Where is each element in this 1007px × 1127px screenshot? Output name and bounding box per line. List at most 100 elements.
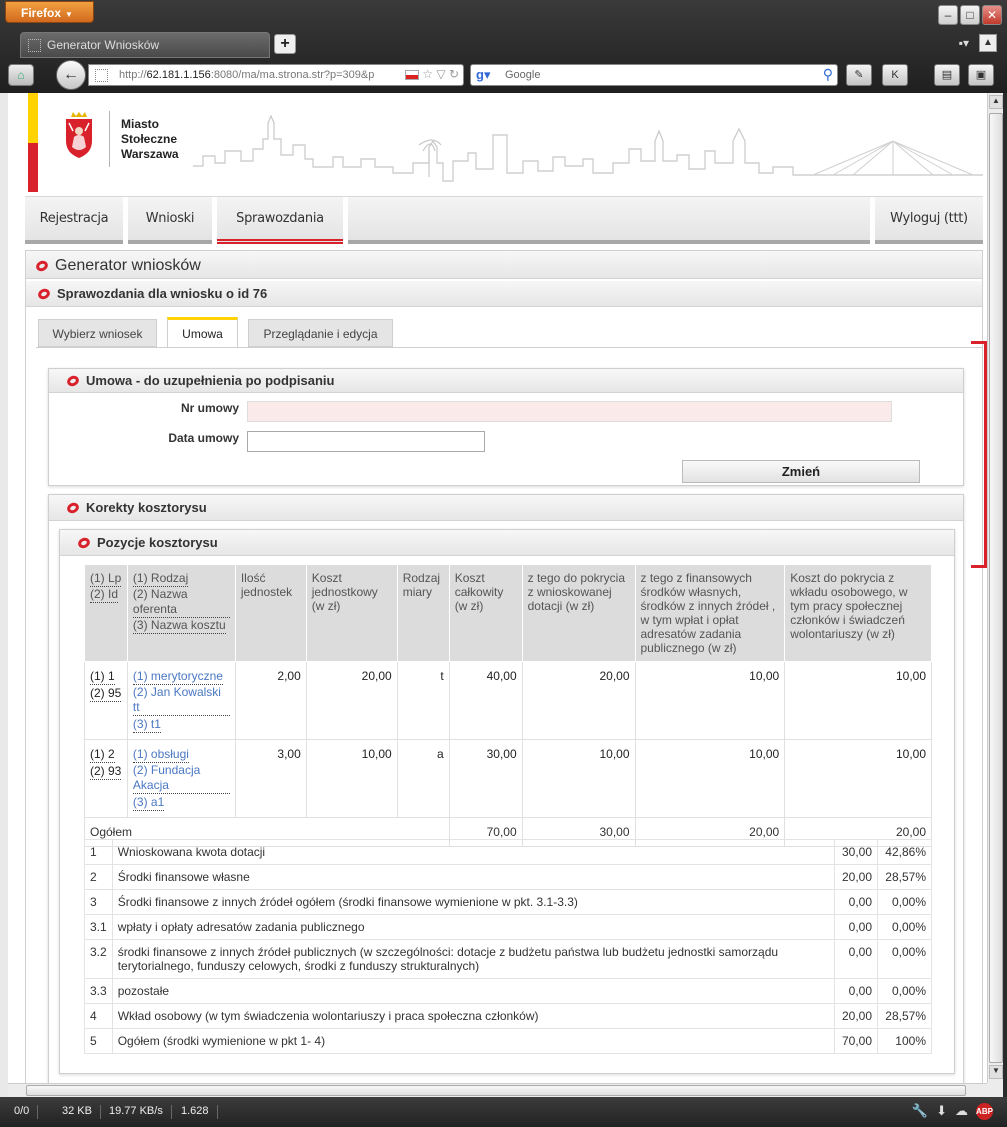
summary-percent: 0,00% (877, 914, 932, 940)
firefox-button-label: Firefox (21, 6, 62, 20)
cell-rodzaj: (1) obsługi (2) Fundacja Akacja (3) a1 (126, 739, 236, 818)
tab-groups-icon[interactable]: ▪︎▾ (959, 36, 969, 50)
weather-icon[interactable]: ☁ (955, 1103, 968, 1120)
city-name-line3: Warszawa (121, 147, 179, 161)
col-header-lp-2[interactable]: (2) Id (90, 587, 119, 603)
tab-list-icon[interactable]: ▲ (979, 34, 997, 52)
summary-number: 5 (84, 1028, 113, 1054)
nr-umowy-input[interactable] (247, 401, 892, 422)
wrench-icon[interactable]: 🔧 (912, 1103, 928, 1120)
window-controls: – □ ✕ (938, 5, 1002, 25)
red-ring-icon (34, 258, 50, 274)
tab-wybierz-wniosek[interactable]: Wybierz wniosek (38, 319, 157, 347)
horizontal-scrollbar[interactable] (8, 1083, 987, 1097)
city-name-line2: Stołeczne (121, 132, 178, 146)
red-bar (28, 143, 38, 192)
google-logo-icon: g▾ (476, 67, 491, 82)
history-dropdown-icon[interactable]: ▽ (436, 67, 445, 81)
tab-label: Umowa (182, 327, 223, 341)
row-rodzaj-link[interactable]: (1) obsługi (132, 747, 189, 763)
row-rodzaj-link[interactable]: (1) merytoryczne (132, 669, 223, 685)
col-header-rodzaj-3[interactable]: (3) Nazwa kosztu (132, 618, 226, 634)
col-header-lp-1[interactable]: (1) Lp (90, 571, 122, 587)
scroll-down-icon[interactable]: ▼ (989, 1065, 1003, 1079)
home-icon[interactable]: ⌂ (8, 64, 34, 86)
highlighter-icon[interactable]: ✎ (846, 64, 872, 86)
summary-number: 3 (84, 889, 113, 915)
reload-icon[interactable]: ↻ (449, 67, 459, 81)
navigation-toolbar: ⌂ ← http://62.181.1.156:8080/ma/ma.stron… (0, 60, 1007, 90)
tabs-divider (36, 347, 982, 348)
cell-dotacja: 10,00 (521, 739, 636, 818)
tab-umowa[interactable]: Umowa (167, 317, 238, 348)
url-bar[interactable]: http://62.181.1.156:8080/ma/ma.strona.st… (88, 64, 464, 86)
tab-przegladanie-edycja[interactable]: Przeglądanie i edycja (248, 319, 393, 347)
summary-value: 0,00 (834, 978, 878, 1004)
vertical-scroll-thumb[interactable] (989, 113, 1003, 1063)
maximize-button[interactable]: □ (960, 5, 980, 25)
url-bar-icons: ☆ ▽ ↻ (400, 67, 459, 81)
col-header-rodzaj-1[interactable]: (1) Rodzaj (132, 571, 189, 587)
menu-item-sprawozdania[interactable]: Sprawozdania (217, 197, 343, 244)
download-icon[interactable]: ⬇ (936, 1103, 947, 1120)
summary-percent: 0,00% (877, 978, 932, 1004)
col-header-rodzaj-2[interactable]: (2) Nazwa oferenta (132, 587, 230, 618)
row-oferent-link[interactable]: (2) Jan Kowalski tt (132, 685, 230, 716)
cell-srodki-wlasne: 10,00 (634, 739, 786, 818)
browser-tab[interactable]: Generator Wniosków (20, 32, 270, 58)
menu-item-rejestracja[interactable]: Rejestracja (25, 197, 123, 244)
firefox-menu-button[interactable]: Firefox ▼ (5, 1, 94, 23)
search-icon[interactable]: ⚲ (823, 66, 833, 83)
menu-label-sprawozdania: Sprawozdania (236, 211, 324, 226)
summary-percent: 42,86% (877, 839, 932, 865)
page-export-icon[interactable]: ▤ (934, 64, 960, 86)
zmien-button[interactable]: Zmień (682, 460, 920, 483)
row-koszt-link[interactable]: (3) t1 (132, 717, 161, 733)
vertical-scrollbar[interactable]: ▲ ▼ (987, 93, 1003, 1083)
city-name: Miasto Stołeczne Warszawa (121, 117, 201, 162)
col-header-koszt-jednostkowy: Koszt jednostkowy (w zł) (305, 564, 398, 662)
col-header-koszt-calkowity: Koszt całkowity (w zł) (448, 564, 523, 662)
col-header-lp: (1) Lp (2) Id (84, 564, 128, 662)
new-tab-button[interactable]: + (274, 34, 296, 54)
summary-value: 70,00 (834, 1028, 878, 1054)
search-bar[interactable]: g▾ Google ⚲ (470, 64, 838, 86)
summary-row: 4 Wkład osobowy (w tym świadczenia wolont… (84, 1003, 932, 1029)
summary-row: 5 Ogółem (środki wymienione w pkt 1- 4) 70… (84, 1028, 932, 1054)
summary-label: Wkład osobowy (w tym świadczenia wolonta… (111, 1003, 836, 1029)
cell-wklad-osobowy: 10,00 (784, 739, 932, 818)
menu-item-wnioski[interactable]: Wnioski (128, 197, 212, 244)
window-tool-icon[interactable]: ▣ (968, 64, 994, 86)
status-count: 0/0 (6, 1105, 39, 1119)
summary-percent: 28,57% (877, 864, 932, 890)
city-skyline-illustration (193, 114, 983, 182)
menu-item-wyloguj[interactable]: Wyloguj (ttt) (875, 197, 983, 244)
summary-label: Ogółem (środki wymienione w pkt 1- 4) (111, 1028, 836, 1054)
pozycje-section: Pozycje kosztorysu (1) Lp (2) Id (1) Rodz… (59, 529, 955, 1074)
bookmark-star-icon[interactable]: ☆ (422, 67, 433, 81)
scroll-up-icon[interactable]: ▲ (989, 95, 1003, 109)
minimize-button[interactable]: – (938, 5, 958, 25)
page-favicon-icon (28, 39, 41, 52)
summary-value: 20,00 (834, 864, 878, 890)
row-oferent-link[interactable]: (2) Fundacja Akacja (132, 763, 230, 794)
k-extension-icon[interactable]: K (882, 64, 908, 86)
horizontal-scroll-thumb[interactable] (26, 1085, 966, 1096)
cell-srodki-wlasne: 10,00 (634, 661, 786, 740)
site-identity-icon (95, 69, 108, 82)
site-header: Miasto Stołeczne Warszawa (8, 93, 987, 196)
summary-label: środki finansowe z innych źródeł publicz… (111, 939, 836, 979)
menu-label-wnioski: Wnioski (145, 211, 195, 226)
menu-label-rejestracja: Rejestracja (39, 211, 109, 226)
adblock-icon[interactable]: ABP (976, 1103, 993, 1120)
row-id: (2) 93 (90, 764, 122, 780)
status-size: 32 KB (54, 1105, 101, 1119)
red-ring-icon (76, 535, 92, 551)
cell-dotacja: 20,00 (521, 661, 636, 740)
close-window-button[interactable]: ✕ (982, 5, 1002, 25)
summary-number: 3.2 (84, 939, 113, 979)
data-umowy-input[interactable] (247, 431, 485, 452)
row-koszt-link[interactable]: (3) a1 (132, 795, 165, 811)
back-button[interactable]: ← (56, 60, 86, 90)
yellow-bar (28, 93, 38, 143)
